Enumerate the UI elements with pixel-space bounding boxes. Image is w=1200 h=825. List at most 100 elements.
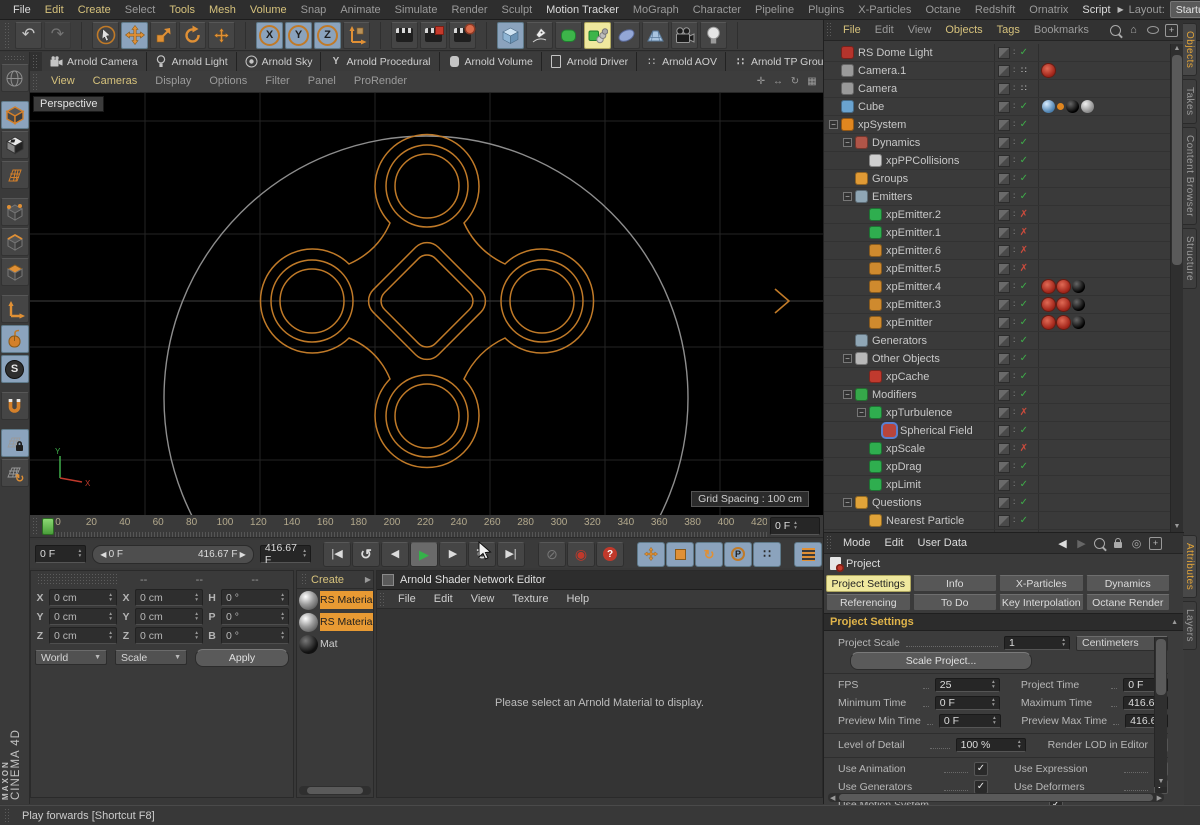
stepper-icon[interactable]: ▴▾ bbox=[993, 716, 996, 726]
enable-check-icon[interactable]: ✓ bbox=[1018, 47, 1029, 58]
search-icon[interactable] bbox=[1094, 538, 1105, 549]
object-scrollbar[interactable]: ▲ ▼ bbox=[1170, 44, 1183, 532]
coord-mode-select[interactable]: Scale▼ bbox=[115, 650, 187, 665]
live-selection-button[interactable] bbox=[92, 22, 119, 49]
shader-menu-file[interactable]: File bbox=[389, 590, 425, 608]
redshift-tag-icon[interactable] bbox=[1057, 316, 1070, 329]
floor-button[interactable] bbox=[642, 22, 669, 49]
arnold-driver-button[interactable]: Arnold Driver bbox=[542, 52, 637, 71]
side-tab-content-browser[interactable]: Content Browser bbox=[1183, 127, 1197, 225]
palette-grip[interactable] bbox=[4, 22, 11, 48]
viewport-menu-options[interactable]: Options bbox=[200, 71, 256, 92]
object-row[interactable]: −Other Objects∶✓ bbox=[824, 350, 1170, 368]
menu-ornatrix[interactable]: Ornatrix bbox=[1022, 0, 1075, 20]
collapse-icon[interactable]: − bbox=[843, 192, 852, 201]
render-settings-button[interactable] bbox=[449, 22, 476, 49]
layer-color-swatch[interactable] bbox=[998, 425, 1010, 437]
arnold-sky-button[interactable]: Arnold Sky bbox=[237, 52, 322, 71]
value-field[interactable]: 0 F▴▾ bbox=[939, 714, 1001, 728]
loop-playback-button[interactable]: ↻ bbox=[468, 542, 496, 567]
object-row[interactable]: Groups∶✓ bbox=[824, 170, 1170, 188]
layer-color-swatch[interactable] bbox=[998, 83, 1010, 95]
pen-spline-button[interactable] bbox=[526, 22, 553, 49]
key-parameter-button[interactable]: P bbox=[724, 542, 752, 567]
object-row[interactable]: xpEmitter.2∶✗ bbox=[824, 206, 1170, 224]
stepper-icon[interactable]: ▴▾ bbox=[992, 680, 995, 690]
stepper-icon[interactable]: ▴▾ bbox=[281, 631, 284, 641]
menu-animate[interactable]: Animate bbox=[333, 0, 387, 20]
new-panel-icon[interactable]: + bbox=[1149, 537, 1162, 550]
collapse-icon[interactable]: − bbox=[829, 120, 838, 129]
visibility-dots-icon[interactable]: ∶ bbox=[1013, 209, 1015, 220]
palette-grip[interactable] bbox=[4, 55, 24, 61]
layer-color-swatch[interactable] bbox=[998, 173, 1010, 185]
key-scale-button[interactable] bbox=[666, 542, 694, 567]
am-menu-edit[interactable]: Edit bbox=[878, 533, 911, 553]
tab-project-settings[interactable]: Project Settings bbox=[826, 575, 911, 592]
visibility-dots-icon[interactable]: ∶ bbox=[1013, 425, 1015, 436]
material-item[interactable]: RS Material bbox=[297, 589, 373, 611]
camera-button[interactable] bbox=[671, 22, 698, 49]
coordinate-field[interactable]: 0 cm▴▾ bbox=[135, 627, 203, 644]
redshift-tag-icon[interactable] bbox=[1042, 298, 1055, 311]
home-icon[interactable]: ⌂ bbox=[1127, 24, 1140, 37]
shader-menu-texture[interactable]: Texture bbox=[503, 590, 557, 608]
enable-check-icon[interactable]: ✓ bbox=[1018, 137, 1029, 148]
coordinate-system-button[interactable] bbox=[343, 22, 370, 49]
enable-check-icon[interactable]: ✓ bbox=[1018, 119, 1029, 130]
material-tag-icon[interactable] bbox=[1072, 280, 1085, 293]
viewport-canvas[interactable]: Perspective Grid Spacing : 100 cm bbox=[30, 93, 823, 516]
viewport-menu-filter[interactable]: Filter bbox=[256, 71, 298, 92]
redshift-tag-icon[interactable] bbox=[1057, 298, 1070, 311]
render-picture-viewer-button[interactable] bbox=[420, 22, 447, 49]
visibility-dots-icon[interactable]: ∶ bbox=[1013, 227, 1015, 238]
om-menu-bookmarks[interactable]: Bookmarks bbox=[1027, 20, 1096, 40]
om-menu-file[interactable]: File bbox=[836, 20, 868, 40]
object-row[interactable]: −xpTurbulence∶✗ bbox=[824, 404, 1170, 422]
track-icon[interactable]: ◎ bbox=[1130, 537, 1143, 550]
object-row[interactable]: −xpSystem∶✓ bbox=[824, 116, 1170, 134]
visibility-dots-icon[interactable]: ∶ bbox=[1013, 443, 1015, 454]
magnet-snap-button[interactable] bbox=[1, 392, 29, 420]
viewport-menu-cameras[interactable]: Cameras bbox=[84, 71, 147, 92]
am-menu-mode[interactable]: Mode bbox=[836, 533, 878, 553]
tab-info[interactable]: Info bbox=[913, 575, 998, 592]
history-back-icon[interactable]: ◀ bbox=[1056, 537, 1069, 550]
material-tag-icon[interactable] bbox=[1081, 100, 1094, 113]
object-row[interactable]: xpScale∶✗ bbox=[824, 440, 1170, 458]
history-forward-icon[interactable]: ▶ bbox=[1075, 537, 1088, 550]
material-scrollbar[interactable] bbox=[299, 786, 371, 795]
palette-grip[interactable] bbox=[32, 73, 39, 90]
search-icon[interactable] bbox=[1110, 25, 1121, 36]
am-menu-user-data[interactable]: User Data bbox=[911, 533, 975, 553]
menu-render[interactable]: Render bbox=[444, 0, 494, 20]
apply-button[interactable]: Apply bbox=[195, 649, 289, 667]
visibility-dots-icon[interactable]: ∶ bbox=[1013, 65, 1015, 76]
om-menu-tags[interactable]: Tags bbox=[990, 20, 1027, 40]
palette-grip[interactable] bbox=[379, 592, 386, 606]
menu-plugins[interactable]: Plugins bbox=[801, 0, 851, 20]
autokey-button[interactable]: ◉ bbox=[567, 542, 595, 567]
tab-to-do[interactable]: To Do bbox=[913, 594, 998, 611]
key-point-level-button[interactable]: ∷ bbox=[753, 542, 781, 567]
points-mode-button[interactable] bbox=[1, 198, 29, 226]
om-menu-edit[interactable]: Edit bbox=[868, 20, 901, 40]
visibility-dots-icon[interactable]: ∶ bbox=[1013, 173, 1015, 184]
project-scale-field[interactable]: 1▴▾ bbox=[1004, 636, 1070, 650]
redo-button[interactable]: ↷ bbox=[44, 22, 71, 49]
level-of-detail-field[interactable]: 100 %▴▾ bbox=[956, 738, 1026, 752]
visibility-dots-icon[interactable]: ∶ bbox=[1013, 119, 1015, 130]
workplane-button[interactable] bbox=[1, 161, 29, 189]
viewport-pan-icon[interactable]: ✛ bbox=[754, 75, 768, 89]
visibility-dots-icon[interactable]: ∶ bbox=[1013, 479, 1015, 490]
enable-axis-button[interactable] bbox=[1, 295, 29, 323]
world-grid-button[interactable] bbox=[1, 64, 29, 92]
arnold-tp-group-button[interactable]: ∷Arnold TP Group bbox=[726, 52, 823, 71]
current-frame-field[interactable]: 0 F ▴▾ bbox=[770, 517, 820, 535]
enable-cross-icon[interactable]: ✗ bbox=[1018, 407, 1029, 418]
layer-color-swatch[interactable] bbox=[998, 407, 1010, 419]
key-rotation-button[interactable]: ↻ bbox=[695, 542, 723, 567]
deformer-button[interactable] bbox=[613, 22, 640, 49]
enable-check-icon[interactable]: ✓ bbox=[1018, 515, 1029, 526]
timeline-mode-button[interactable] bbox=[794, 542, 822, 567]
